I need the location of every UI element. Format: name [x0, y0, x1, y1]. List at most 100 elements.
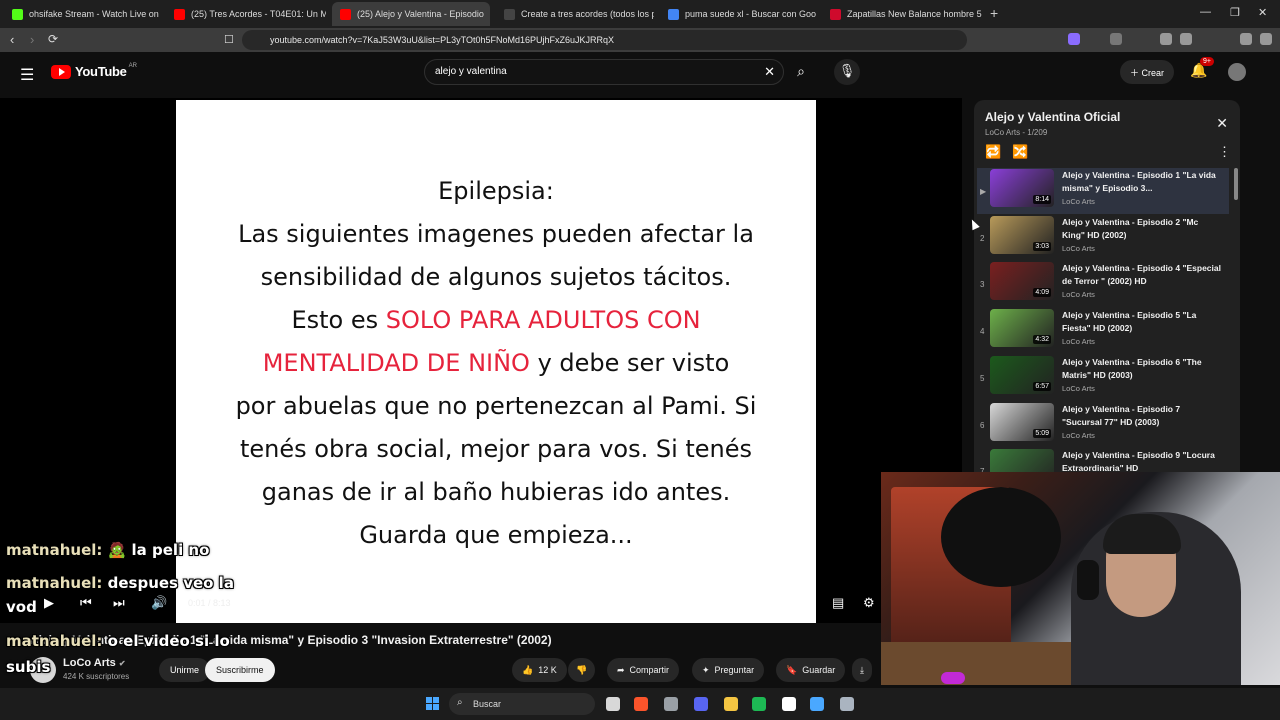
settings-icon[interactable]: [840, 697, 854, 711]
youtube-logo[interactable]: YouTube AR: [51, 63, 137, 79]
playlist-panel: Alejo y Valentina Oficial LoCo Arts - 1/…: [974, 100, 1240, 472]
ask-button[interactable]: ✦ Preguntar: [692, 658, 765, 682]
tab-label: puma suede xl - Buscar con Google: [685, 9, 816, 19]
windows-start-icon[interactable]: [426, 697, 440, 711]
ccleaner-icon[interactable]: [810, 697, 824, 711]
play-icon[interactable]: ▶: [44, 595, 54, 611]
playlist-item[interactable]: 3 4:09 Alejo y Valentina - Episodio 4 "Esp…: [977, 261, 1229, 307]
settings-gear-icon[interactable]: ⚙: [863, 595, 875, 611]
video-thumbnail[interactable]: 4:32: [990, 309, 1054, 348]
browser-tab[interactable]: (25) Alejo y Valentina - Episodio✕: [332, 2, 490, 26]
capcut-icon[interactable]: [782, 697, 796, 711]
extension-icon[interactable]: [1068, 33, 1080, 45]
duration-badge: 3:03: [1033, 241, 1051, 251]
discord-icon[interactable]: [694, 697, 708, 711]
video-thumbnail[interactable]: 4:09: [990, 262, 1054, 301]
previous-icon[interactable]: ⏮: [80, 595, 92, 611]
brave-icon[interactable]: [634, 697, 648, 711]
chat-message: vod: [6, 598, 37, 616]
close-window-icon[interactable]: ✕: [1258, 6, 1267, 19]
slide-line: MENTALIDAD DE NIÑO y debe ser visto: [262, 349, 730, 377]
files-icon[interactable]: [606, 697, 620, 711]
channel-name[interactable]: LoCo Arts ✔: [63, 657, 126, 669]
slide-line: Esto es SOLO PARA ADULTOS CON: [291, 306, 701, 334]
more-options-icon[interactable]: ⋮: [1218, 144, 1231, 160]
slide-line: tenés obra social, mejor para vos. Si te…: [239, 435, 753, 463]
playlist-item[interactable]: 2 3:03 Alejo y Valentina - Episodio 2 "Mc …: [977, 215, 1229, 261]
hamburger-menu-icon[interactable]: ☰: [20, 65, 34, 85]
playlist-title[interactable]: Alejo y Valentina Oficial: [985, 110, 1120, 124]
playlist-scrollbar[interactable]: [1234, 168, 1238, 200]
search-icon[interactable]: ⌕: [786, 59, 816, 85]
account-avatar[interactable]: [1228, 63, 1246, 81]
minimize-icon[interactable]: —: [1200, 6, 1211, 18]
forward-icon[interactable]: ›: [30, 32, 34, 47]
playlist-item-title[interactable]: Alejo y Valentina - Episodio 6 "The Matr…: [1062, 356, 1222, 382]
playlist-item[interactable]: 5 6:57 Alejo y Valentina - Episodio 6 "The…: [977, 355, 1229, 401]
search-input[interactable]: alejo y valentina ✕: [424, 59, 784, 85]
playlist-item[interactable]: 7 Alejo y Valentina - Episodio 9 "Locura …: [977, 448, 1229, 472]
volume-icon[interactable]: 🔊: [151, 595, 167, 611]
playlist-item-title[interactable]: Alejo y Valentina - Episodio 4 "Especial…: [1062, 262, 1222, 288]
chat-username: matnahuel:: [6, 632, 103, 650]
browser-menu-icon[interactable]: [1260, 33, 1272, 45]
video-thumbnail[interactable]: 5:09: [990, 402, 1054, 441]
subscribe-button[interactable]: Suscribirme: [205, 658, 275, 682]
dislike-button[interactable]: 👎: [568, 658, 596, 682]
new-tab-button[interactable]: +: [990, 5, 998, 21]
playlist-item-channel: LoCo Arts: [1062, 430, 1095, 440]
tab-favicon-icon: [830, 8, 841, 20]
clear-search-icon[interactable]: ✕: [764, 64, 775, 80]
tab-label: (25) Alejo y Valentina - Episodio: [357, 9, 484, 19]
folder-icon[interactable]: [724, 697, 738, 711]
close-playlist-icon[interactable]: ✕: [1216, 115, 1228, 132]
playlist-item-title[interactable]: Alejo y Valentina - Episodio 5 "La Fiest…: [1062, 309, 1222, 335]
shuffle-icon[interactable]: 🔀: [1012, 144, 1028, 160]
address-toolbar: ‹ › ⟳ ☐ youtube.com/watch?v=7KaJ53W3uU&l…: [0, 28, 1280, 52]
browser-tab[interactable]: (25) Tres Acordes - T04E01: Un Mal R: [166, 2, 326, 26]
url-field[interactable]: youtube.com/watch?v=7KaJ53W3uU&list=PL3y…: [242, 30, 967, 50]
browser-tab[interactable]: ohsifake Stream - Watch Live on: [4, 2, 160, 26]
video-thumbnail[interactable]: 6:57: [990, 355, 1054, 394]
microphone-icon[interactable]: 🎙: [834, 59, 860, 85]
sidebar-icon[interactable]: [1180, 33, 1192, 45]
chat-icon[interactable]: [664, 697, 678, 711]
browser-tab[interactable]: puma suede xl - Buscar con Google: [660, 2, 816, 26]
playlist-item-title[interactable]: Alejo y Valentina - Episodio 2 "Mc King"…: [1062, 216, 1222, 242]
vpn-icon[interactable]: [1240, 33, 1252, 45]
spotify-icon[interactable]: [752, 697, 766, 711]
playlist-item[interactable]: ▶ 8:14 Alejo y Valentina - Episodio 1 "La …: [977, 168, 1229, 214]
video-thumbnail[interactable]: 3:03: [990, 215, 1054, 254]
playlist-item-title[interactable]: Alejo y Valentina - Episodio 1 "La vida …: [1062, 169, 1222, 195]
share-button[interactable]: ➦ Compartir: [607, 658, 680, 682]
chat-message: matnahuel: despues veo la: [6, 574, 234, 592]
maximize-icon[interactable]: ❐: [1230, 6, 1240, 19]
video-thumbnail[interactable]: 8:14: [990, 169, 1054, 207]
join-button[interactable]: Unirme: [159, 658, 211, 682]
playlist-item[interactable]: 4 4:32 Alejo y Valentina - Episodio 5 "La …: [977, 308, 1229, 354]
like-button[interactable]: 👍 12 K: [512, 658, 567, 682]
video-thumbnail[interactable]: [990, 449, 1054, 472]
captions-icon[interactable]: ▤: [832, 595, 844, 611]
extensions-puzzle-icon[interactable]: [1110, 33, 1122, 45]
back-icon[interactable]: ‹: [10, 32, 14, 47]
create-button[interactable]: ＋ Crear: [1120, 60, 1175, 84]
video-frame: Epilepsia: Las siguientes imagenes pueden…: [176, 100, 816, 623]
download-icon: ⤓: [860, 664, 864, 675]
webcam-overlay: [881, 472, 1280, 685]
progress-bar[interactable]: [176, 582, 816, 585]
next-icon[interactable]: ⏭: [113, 595, 125, 611]
slide-line: Las siguientes imagenes pueden afectar l…: [238, 220, 754, 248]
taskbar-search[interactable]: ⌕ Buscar: [449, 693, 595, 715]
reload-icon[interactable]: ⟳: [48, 32, 58, 46]
bookmark-icon[interactable]: ☐: [224, 33, 234, 46]
loop-icon[interactable]: 🔁: [985, 144, 1001, 160]
browser-tab[interactable]: Create a tres acordes (todos los pers: [496, 2, 654, 26]
playlist-item[interactable]: 6 5:09 Alejo y Valentina - Episodio 7 "Suc…: [977, 402, 1229, 448]
save-button[interactable]: 🔖 Guardar: [776, 658, 846, 682]
playlist-item-title[interactable]: Alejo y Valentina - Episodio 7 "Sucursal…: [1062, 403, 1222, 429]
media-icon[interactable]: [1160, 33, 1172, 45]
playlist-item-title[interactable]: Alejo y Valentina - Episodio 9 "Locura E…: [1062, 449, 1222, 472]
browser-tab[interactable]: Zapatillas New Balance hombre 574: [822, 2, 982, 26]
download-button[interactable]: ⤓: [852, 658, 872, 682]
